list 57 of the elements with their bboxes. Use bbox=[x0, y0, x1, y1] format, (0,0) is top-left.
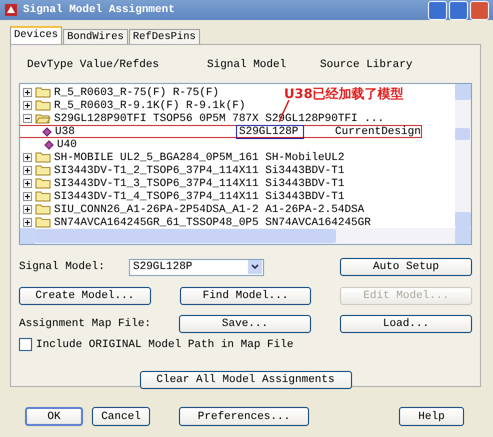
vertical-scrollbar[interactable] bbox=[455, 84, 471, 228]
tree-item[interactable]: SH-MOBILE UL2_5_BGA284_0P5M_161 SH-MobileUL2 bbox=[20, 151, 344, 164]
minimize-button[interactable] bbox=[428, 0, 447, 20]
tree-item[interactable]: U38 S29GL128P CurrentDesign bbox=[20, 125, 422, 138]
expand-icon[interactable] bbox=[23, 88, 32, 97]
expand-icon[interactable] bbox=[23, 218, 32, 227]
folder-icon bbox=[35, 204, 51, 215]
checkbox-label: Include ORIGINAL Model Path in Map File bbox=[36, 338, 294, 350]
collapse-icon[interactable] bbox=[23, 114, 32, 123]
button[interactable]: OK bbox=[25, 407, 83, 426]
button[interactable]: Help bbox=[399, 407, 464, 426]
tree-item[interactable]: SI3443DV-T1_3_TSOP6_37P4_114X11 Si3443BDV-T1 bbox=[20, 177, 344, 190]
button[interactable]: Create Model... bbox=[19, 287, 151, 305]
folder-icon bbox=[35, 165, 51, 176]
annotation-text: U38已经加载了模型 bbox=[284, 86, 404, 103]
signal-model-dropdown[interactable]: S29GL128P bbox=[129, 258, 264, 276]
tree-item[interactable]: U40 bbox=[20, 138, 235, 151]
checkbox[interactable] bbox=[19, 338, 32, 351]
column-header: Signal Model bbox=[207, 59, 288, 71]
field-label: Signal Model: bbox=[19, 261, 106, 273]
button[interactable]: Auto Setup bbox=[340, 258, 472, 276]
tab[interactable]: RefDesPins bbox=[128, 29, 200, 44]
expand-icon[interactable] bbox=[23, 179, 32, 188]
horizontal-scrollbar[interactable] bbox=[20, 228, 471, 244]
open-folder-icon bbox=[35, 113, 51, 124]
app-icon bbox=[4, 3, 18, 17]
folder-icon bbox=[35, 100, 51, 111]
dropdown-icon bbox=[251, 264, 259, 270]
window-title: Signal Model Assignment bbox=[23, 4, 175, 16]
field-label: Assignment Map File: bbox=[19, 318, 152, 330]
expand-icon[interactable] bbox=[23, 205, 32, 214]
tab[interactable]: Devices bbox=[10, 26, 62, 44]
tree-item[interactable]: R_5_R0603_R-75(F) R-75(F) bbox=[20, 86, 220, 99]
expand-icon[interactable] bbox=[23, 166, 32, 175]
maximize-button[interactable] bbox=[449, 0, 468, 20]
tab[interactable]: BondWires bbox=[63, 29, 128, 44]
column-header: DevType Value/Refdes bbox=[27, 59, 160, 71]
folder-icon bbox=[35, 87, 51, 98]
button[interactable]: Preferences... bbox=[179, 407, 309, 426]
folder-icon bbox=[35, 152, 51, 163]
tree-item[interactable]: SN74AVCA164245GR_61_TSSOP48_0P5 SN74AVCA164245GR bbox=[20, 216, 371, 228]
button[interactable]: Save... bbox=[179, 315, 311, 333]
expand-icon[interactable] bbox=[23, 153, 32, 162]
close-button[interactable] bbox=[470, 0, 489, 20]
folder-icon bbox=[35, 178, 51, 189]
folder-icon bbox=[35, 191, 51, 202]
column-header: Source Library bbox=[320, 59, 412, 71]
expand-icon[interactable] bbox=[23, 192, 32, 201]
tree-item[interactable]: R_5_R0603_R-9.1K(F) R-9.1k(F) bbox=[20, 99, 246, 112]
clear-button[interactable]: Clear All Model Assignments bbox=[140, 371, 352, 389]
tree-item[interactable]: SI3443DV-T1_2_TSOP6_37P4_114X11 Si3443BDV-T1 bbox=[20, 164, 344, 177]
button[interactable]: Find Model... bbox=[180, 287, 312, 305]
tree-item[interactable]: SI3443DV-T1_4_TSOP6_37P4_114X11 Si3443BDV-T1 bbox=[20, 190, 344, 203]
button[interactable]: Load... bbox=[340, 315, 472, 333]
button[interactable]: Cancel bbox=[92, 407, 150, 426]
expand-icon[interactable] bbox=[23, 101, 32, 110]
tree-item[interactable]: SIU_CONN26_A1-26PA-2P54DSA_A1-2 A1-26PA-2.54DSA bbox=[20, 203, 364, 216]
